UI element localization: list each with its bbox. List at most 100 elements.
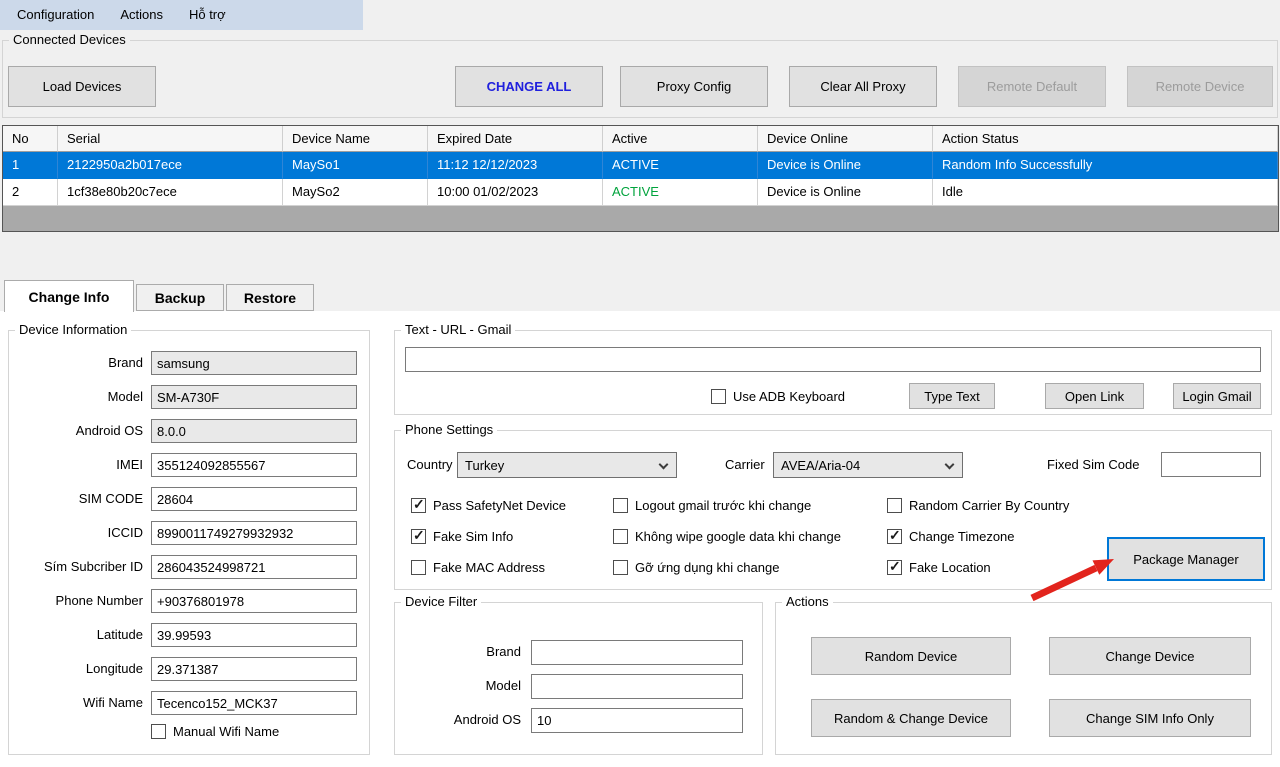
fake-mac-address-checkbox[interactable]: Fake MAC Address — [411, 559, 545, 575]
checkbox-box — [887, 498, 902, 513]
no-wipe-google-data-checkbox[interactable]: Không wipe google data khi change — [613, 528, 841, 544]
column-header-serial[interactable]: Serial — [58, 126, 283, 152]
type-text-button[interactable]: Type Text — [909, 383, 995, 409]
cell-no: 2 — [3, 179, 58, 206]
change-all-button[interactable]: CHANGE ALL — [455, 66, 603, 107]
device-table: No Serial Device Name Expired Date Activ… — [2, 125, 1279, 232]
fixed-sim-code-field[interactable] — [1161, 452, 1261, 477]
model-label: Model — [11, 389, 143, 404]
filter-model-field[interactable] — [531, 674, 743, 699]
checkbox-label: Gỡ ứng dụng khi change — [635, 560, 779, 575]
menu-configuration[interactable]: Configuration — [4, 0, 107, 30]
android-os-label: Android OS — [11, 423, 143, 438]
longitude-field[interactable] — [151, 657, 357, 681]
imei-field[interactable] — [151, 453, 357, 477]
android-os-field[interactable] — [151, 419, 357, 443]
use-adb-keyboard-checkbox[interactable]: Use ADB Keyboard — [711, 388, 845, 404]
actions-title: Actions — [782, 594, 833, 609]
checkbox-label: Fake Sim Info — [433, 529, 513, 544]
login-gmail-button[interactable]: Login Gmail — [1173, 383, 1261, 409]
brand-label: Brand — [11, 355, 143, 370]
package-manager-button[interactable]: Package Manager — [1107, 537, 1265, 581]
checkbox-box — [887, 560, 902, 575]
sim-code-label: SIM CODE — [11, 491, 143, 506]
filter-brand-label: Brand — [403, 644, 521, 659]
carrier-select[interactable]: AVEA/Aria-04 — [773, 452, 963, 478]
carrier-selected-value: AVEA/Aria-04 — [781, 458, 860, 473]
column-header-device-online[interactable]: Device Online — [758, 126, 933, 152]
random-carrier-by-country-checkbox[interactable]: Random Carrier By Country — [887, 497, 1069, 513]
device-information-title: Device Information — [15, 322, 131, 337]
sim-subscriber-id-field[interactable] — [151, 555, 357, 579]
checkbox-label: Fake MAC Address — [433, 560, 545, 575]
filter-brand-field[interactable] — [531, 640, 743, 665]
wifi-name-field[interactable] — [151, 691, 357, 715]
fixed-sim-code-label: Fixed Sim Code — [1047, 457, 1139, 472]
change-sim-info-only-button[interactable]: Change SIM Info Only — [1049, 699, 1251, 737]
phone-number-label: Phone Number — [11, 593, 143, 608]
checkbox-box — [411, 529, 426, 544]
cell-no: 1 — [3, 152, 58, 179]
column-header-no[interactable]: No — [3, 126, 58, 152]
device-table-header: No Serial Device Name Expired Date Activ… — [3, 126, 1278, 152]
annotation-arrow-icon — [1022, 548, 1122, 604]
country-label: Country — [407, 457, 453, 472]
column-header-action-status[interactable]: Action Status — [933, 126, 1278, 152]
fake-location-checkbox[interactable]: Fake Location — [887, 559, 991, 575]
menu-actions[interactable]: Actions — [107, 0, 176, 30]
random-and-change-device-button[interactable]: Random & Change Device — [811, 699, 1011, 737]
table-row[interactable]: 2 1cf38e80b20c7ece MaySo2 10:00 01/02/20… — [3, 179, 1278, 206]
text-url-gmail-group: Text - URL - Gmail Use ADB Keyboard Type… — [394, 330, 1272, 415]
logout-gmail-checkbox[interactable]: Logout gmail trước khi change — [613, 497, 811, 513]
brand-field[interactable] — [151, 351, 357, 375]
checkbox-box — [887, 529, 902, 544]
tab-change-info[interactable]: Change Info — [4, 280, 134, 312]
connected-devices-title: Connected Devices — [9, 32, 130, 47]
checkbox-box — [613, 560, 628, 575]
cell-serial: 2122950a2b017ece — [58, 152, 283, 179]
checkbox-label: Random Carrier By Country — [909, 498, 1069, 513]
cell-expired-date: 10:00 01/02/2023 — [428, 179, 603, 206]
proxy-config-button[interactable]: Proxy Config — [620, 66, 768, 107]
checkbox-label: Pass SafetyNet Device — [433, 498, 566, 513]
cell-serial: 1cf38e80b20c7ece — [58, 179, 283, 206]
random-device-button[interactable]: Random Device — [811, 637, 1011, 675]
manual-wifi-name-checkbox[interactable]: Manual Wifi Name — [151, 723, 279, 739]
column-header-active[interactable]: Active — [603, 126, 758, 152]
text-url-input[interactable] — [405, 347, 1261, 372]
imei-label: IMEI — [11, 457, 143, 472]
cell-action-status: Idle — [933, 179, 1278, 206]
latitude-field[interactable] — [151, 623, 357, 647]
uninstall-apps-checkbox[interactable]: Gỡ ứng dụng khi change — [613, 559, 779, 575]
column-header-device-name[interactable]: Device Name — [283, 126, 428, 152]
phone-number-field[interactable] — [151, 589, 357, 613]
iccid-field[interactable] — [151, 521, 357, 545]
change-timezone-checkbox[interactable]: Change Timezone — [887, 528, 1015, 544]
filter-android-os-field[interactable] — [531, 708, 743, 733]
clear-all-proxy-button[interactable]: Clear All Proxy — [789, 66, 937, 107]
model-field[interactable] — [151, 385, 357, 409]
checkbox-label: Use ADB Keyboard — [733, 389, 845, 404]
sim-code-field[interactable] — [151, 487, 357, 511]
wifi-name-label: Wifi Name — [11, 695, 143, 710]
menu-help[interactable]: Hỗ trợ — [176, 0, 239, 30]
tab-restore[interactable]: Restore — [226, 284, 314, 311]
tab-backup[interactable]: Backup — [136, 284, 224, 311]
checkbox-box — [411, 498, 426, 513]
table-row[interactable]: 1 2122950a2b017ece MaySo1 11:12 12/12/20… — [3, 152, 1278, 179]
cell-device-name: MaySo2 — [283, 179, 428, 206]
fake-sim-info-checkbox[interactable]: Fake Sim Info — [411, 528, 513, 544]
text-url-gmail-title: Text - URL - Gmail — [401, 322, 515, 337]
change-device-button[interactable]: Change Device — [1049, 637, 1251, 675]
pass-safetynet-device-checkbox[interactable]: Pass SafetyNet Device — [411, 497, 566, 513]
checkbox-box — [151, 724, 166, 739]
column-header-expired-date[interactable]: Expired Date — [428, 126, 603, 152]
checkbox-label: Change Timezone — [909, 529, 1015, 544]
chevron-down-icon — [945, 460, 955, 470]
country-select[interactable]: Turkey — [457, 452, 677, 478]
checkbox-label: Manual Wifi Name — [173, 724, 279, 739]
load-devices-button[interactable]: Load Devices — [8, 66, 156, 107]
latitude-label: Latitude — [11, 627, 143, 642]
checkbox-box — [411, 560, 426, 575]
open-link-button[interactable]: Open Link — [1045, 383, 1144, 409]
